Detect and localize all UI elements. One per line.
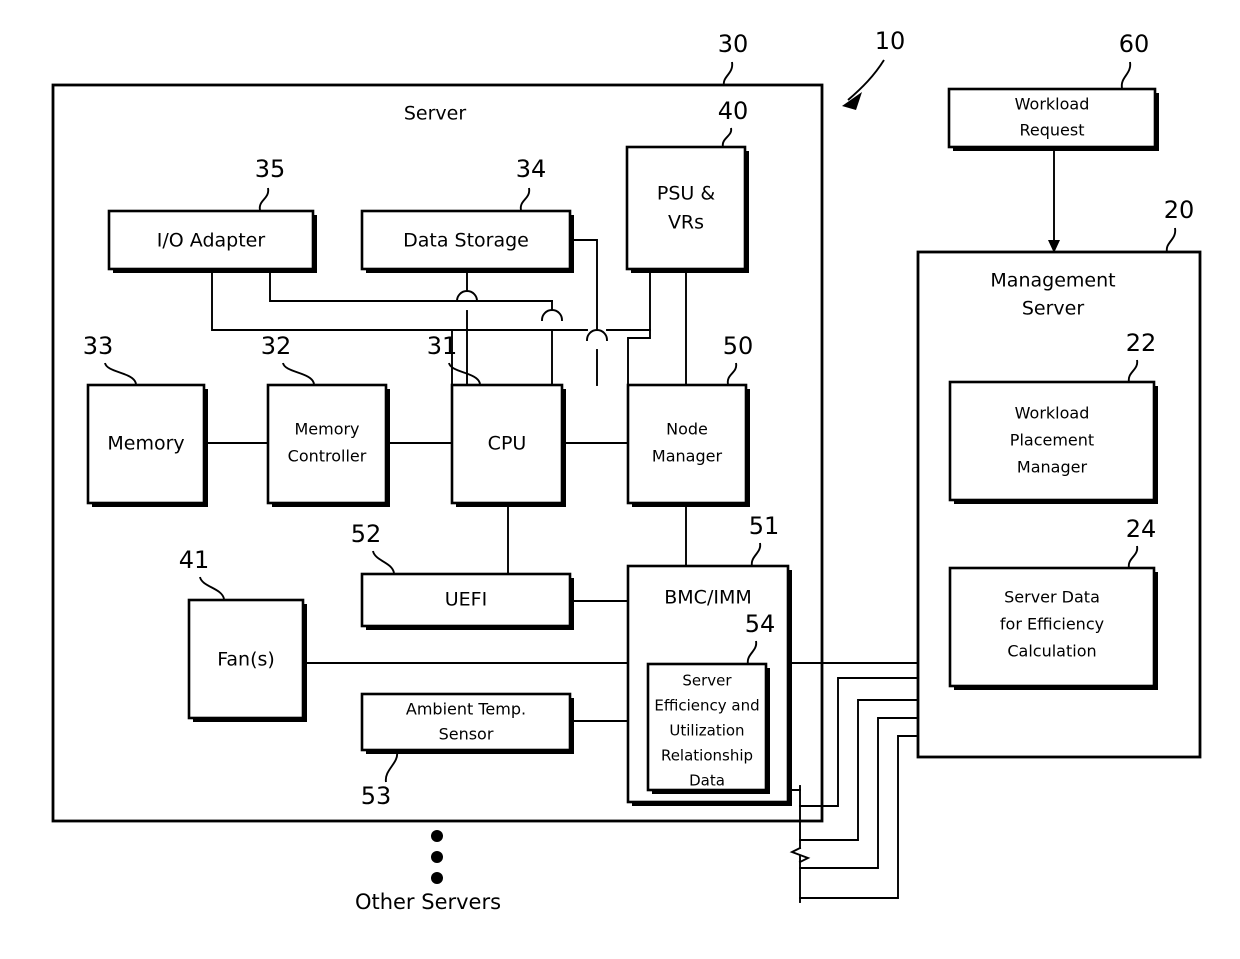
- box-uefi-label: UEFI: [445, 589, 487, 611]
- ref-60: 60: [1119, 30, 1150, 58]
- box-wpm-label-3: Manager: [1017, 458, 1088, 477]
- box-memory-label: Memory: [107, 433, 184, 455]
- ref-50: 50: [723, 332, 754, 360]
- ref-32: 32: [261, 332, 292, 360]
- box-cpu-label: CPU: [488, 433, 527, 455]
- figure-canvas: Server 30 10 I/O Adapter 35 Data Storage…: [51, 27, 1202, 914]
- ref-33: 33: [83, 332, 114, 360]
- box-data-storage-label: Data Storage: [403, 230, 529, 252]
- wire-network: [207, 239, 919, 903]
- box-ambient-label-1: Ambient Temp.: [406, 700, 526, 719]
- box-seurd-label-3: Utilization: [669, 722, 744, 740]
- ref-40-leader: 40: [718, 97, 749, 148]
- ref-32-leader: 32: [261, 332, 315, 385]
- box-workload-placement-manager[interactable]: Workload Placement Manager: [948, 380, 1158, 504]
- ref-30-leader: 30: [718, 30, 749, 87]
- ref-51: 51: [749, 512, 780, 540]
- box-ambient-temp-sensor[interactable]: Ambient Temp. Sensor: [360, 692, 574, 754]
- box-memory-controller-label-2: Controller: [288, 447, 367, 466]
- ref-35-leader: 35: [255, 155, 286, 211]
- ref-24-leader: 24: [1126, 515, 1157, 569]
- box-seurd-label-1: Server: [682, 672, 732, 690]
- ref-34-leader: 34: [516, 155, 547, 211]
- ref-10-arrow: 10: [842, 27, 905, 110]
- box-memory-controller-label-1: Memory: [294, 420, 359, 439]
- workload-request-arrow: [1048, 150, 1060, 253]
- box-sdec-label-3: Calculation: [1007, 642, 1096, 661]
- box-io-adapter-label: I/O Adapter: [157, 230, 266, 252]
- box-workload-request[interactable]: Workload Request: [947, 87, 1159, 151]
- ref-20-leader: 20: [1164, 196, 1195, 253]
- box-memory[interactable]: Memory: [86, 383, 208, 507]
- ref-53: 53: [361, 782, 392, 810]
- ref-10: 10: [875, 27, 906, 55]
- ref-50-leader: 50: [723, 332, 754, 385]
- ref-35: 35: [255, 155, 286, 183]
- box-io-adapter[interactable]: I/O Adapter: [107, 209, 317, 273]
- ref-31-leader: 31: [427, 332, 481, 385]
- box-wpm-label-2: Placement: [1010, 431, 1094, 450]
- ref-22-leader: 22: [1126, 329, 1157, 383]
- box-psu-vrs-label-2: VRs: [668, 212, 704, 234]
- box-workload-request-label-2: Request: [1020, 121, 1085, 140]
- ref-41-leader: 41: [179, 546, 225, 600]
- box-node-manager-label-2: Manager: [652, 447, 723, 466]
- box-seurd-label-5: Data: [689, 772, 725, 790]
- ref-52: 52: [351, 520, 382, 548]
- box-sdec-label-1: Server Data: [1004, 588, 1100, 607]
- ref-60-leader: 60: [1119, 30, 1150, 89]
- box-data-storage[interactable]: Data Storage: [360, 209, 574, 273]
- management-server-label-1: Management: [990, 270, 1115, 292]
- ref-54: 54: [745, 610, 776, 638]
- box-node-manager[interactable]: Node Manager: [626, 383, 750, 507]
- box-seurd-label-4: Relationship: [661, 747, 753, 765]
- box-psu-vrs-label-1: PSU &: [657, 183, 715, 205]
- ref-52-leader: 52: [351, 520, 395, 574]
- ref-51-leader: 51: [749, 512, 780, 567]
- box-uefi[interactable]: UEFI: [360, 572, 574, 630]
- ref-22: 22: [1126, 329, 1157, 357]
- server-container-label: Server: [404, 103, 466, 125]
- box-psu-vrs[interactable]: PSU & VRs: [625, 145, 749, 273]
- ref-41: 41: [179, 546, 210, 574]
- box-server-efficiency-data[interactable]: Server Efficiency and Utilization Relati…: [646, 662, 770, 794]
- ref-24: 24: [1126, 515, 1157, 543]
- box-server-data-efficiency[interactable]: Server Data for Efficiency Calculation: [948, 566, 1158, 690]
- box-node-manager-label-1: Node: [666, 420, 708, 439]
- ref-40: 40: [718, 97, 749, 125]
- box-wpm-label-1: Workload: [1015, 404, 1090, 423]
- other-servers-indicator: Other Servers: [355, 830, 501, 914]
- box-sdec-label-2: for Efficiency: [1000, 615, 1104, 634]
- ellipsis-dot-3: [431, 872, 443, 884]
- box-seurd-label-2: Efficiency and: [654, 697, 759, 715]
- ref-33-leader: 33: [83, 332, 137, 385]
- patent-figure: Server 30 10 I/O Adapter 35 Data Storage…: [0, 0, 1240, 959]
- ref-31: 31: [427, 332, 458, 360]
- ref-34: 34: [516, 155, 547, 183]
- ref-30: 30: [718, 30, 749, 58]
- box-ambient-label-2: Sensor: [439, 725, 494, 744]
- box-workload-request-label-1: Workload: [1015, 95, 1090, 114]
- box-memory-controller[interactable]: Memory Controller: [266, 383, 390, 507]
- management-server-label-2: Server: [1022, 298, 1084, 320]
- ref-20: 20: [1164, 196, 1195, 224]
- box-bmc-imm-label: BMC/IMM: [664, 587, 752, 609]
- box-fans[interactable]: Fan(s): [187, 598, 307, 722]
- ellipsis-dot-2: [431, 851, 443, 863]
- box-fans-label: Fan(s): [217, 649, 275, 671]
- ref-53-leader: 53: [361, 751, 398, 810]
- other-servers-caption: Other Servers: [355, 890, 501, 914]
- box-cpu[interactable]: CPU: [450, 383, 566, 507]
- ellipsis-dot-1: [431, 830, 443, 842]
